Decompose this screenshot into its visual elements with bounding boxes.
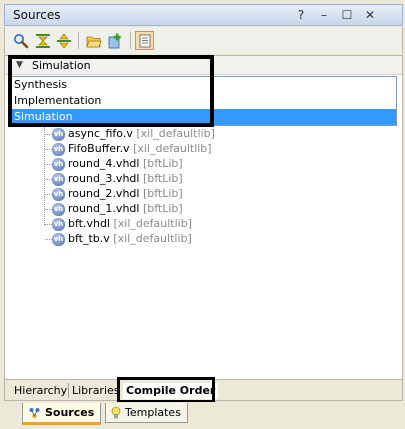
file-library: [xil_defaultlib]	[113, 217, 193, 230]
file-label: round_2.vhdl [bftLib]	[68, 187, 183, 200]
file-label: FifoBuffer.v [xil_defaultlib]	[68, 142, 212, 155]
tree-connector	[45, 134, 52, 135]
view-tab-sources-label: Sources	[45, 406, 95, 419]
file-label: bft.vhdl [xil_defaultlib]	[68, 217, 192, 230]
hdl-file-icon: vh	[52, 218, 65, 231]
file-label: round_1.vhdl [bftLib]	[68, 202, 183, 215]
file-library: [bftLib]	[142, 187, 183, 200]
tab-libraries[interactable]: Libraries	[72, 383, 120, 399]
compile-order-tree: vh async_fifo.v [xil_defaultlib] vh FifoBuf…	[5, 127, 402, 247]
tree-connector	[45, 239, 52, 240]
file-library: [bftLib]	[142, 202, 183, 215]
minimize-button[interactable]: –	[316, 8, 332, 23]
file-name: bft_tb.v	[68, 232, 110, 245]
sources-window: Sources ? – ☐ ✕ ▼ Simulation Synthesis I…	[0, 0, 405, 429]
hdl-file-icon: vh	[52, 173, 65, 186]
file-name: bft.vhdl	[68, 217, 110, 230]
tree-connector	[45, 164, 52, 165]
compile-order-highlight-frame	[117, 377, 215, 403]
close-button[interactable]: ✕	[362, 8, 378, 23]
toolbar-separator	[130, 32, 131, 49]
file-name: round_2.vhdl	[68, 187, 140, 200]
tree-connector	[45, 224, 52, 225]
file-label: bft_tb.v [xil_defaultlib]	[68, 232, 192, 245]
toolbar-separator	[78, 32, 79, 49]
open-folder-icon[interactable]	[84, 31, 103, 50]
toolbar	[4, 27, 403, 54]
window-title: Sources	[13, 8, 61, 22]
file-name: round_3.vhdl	[68, 172, 140, 185]
file-library: [xil_defaultlib]	[136, 127, 215, 140]
file-label: async_fifo.v [xil_defaultlib]	[68, 127, 215, 140]
view-tab-sources[interactable]: Sources	[22, 403, 102, 425]
expand-all-icon[interactable]	[54, 31, 73, 50]
collapse-all-icon[interactable]	[33, 31, 52, 50]
tree-connector	[45, 194, 52, 195]
tree-connector	[45, 179, 52, 180]
file-label: round_4.vhdl [bftLib]	[68, 157, 183, 170]
tree-guide-line	[44, 127, 45, 225]
file-library: [bftLib]	[142, 172, 183, 185]
file-library: [xil_defaultlib]	[133, 142, 212, 155]
properties-icon[interactable]	[135, 31, 154, 50]
sources-icon	[28, 407, 41, 419]
hdl-file-icon: vh	[52, 203, 65, 216]
dropdown-highlight-frame	[8, 55, 214, 127]
hdl-file-icon: vh	[52, 188, 65, 201]
file-name: round_4.vhdl	[68, 157, 140, 170]
view-tab-templates[interactable]: Templates	[105, 403, 188, 423]
file-name: round_1.vhdl	[68, 202, 140, 215]
search-icon[interactable]	[11, 31, 30, 50]
file-name: FifoBuffer.v	[68, 142, 130, 155]
file-library: [xil_defaultlib]	[113, 232, 192, 245]
add-sources-icon[interactable]	[105, 31, 124, 50]
hdl-file-icon: vh	[52, 233, 65, 246]
view-tab-bar: Sources Templates	[0, 402, 405, 429]
hdl-file-icon: vh	[52, 143, 65, 156]
lightbulb-icon	[111, 406, 121, 419]
maximize-button[interactable]: ☐	[339, 8, 355, 23]
tab-separator	[68, 383, 69, 398]
title-bar[interactable]: Sources ? – ☐ ✕	[4, 4, 403, 26]
file-name: async_fifo.v	[68, 127, 133, 140]
tab-hierarchy[interactable]: Hierarchy	[14, 383, 67, 399]
hdl-file-icon: vh	[52, 158, 65, 171]
hdl-file-icon: vh	[52, 128, 65, 141]
tree-connector	[45, 149, 52, 150]
file-library: [bftLib]	[142, 157, 183, 170]
tree-connector	[45, 209, 52, 210]
help-button[interactable]: ?	[293, 8, 309, 23]
file-label: round_3.vhdl [bftLib]	[68, 172, 183, 185]
view-tab-templates-label: Templates	[125, 406, 181, 419]
